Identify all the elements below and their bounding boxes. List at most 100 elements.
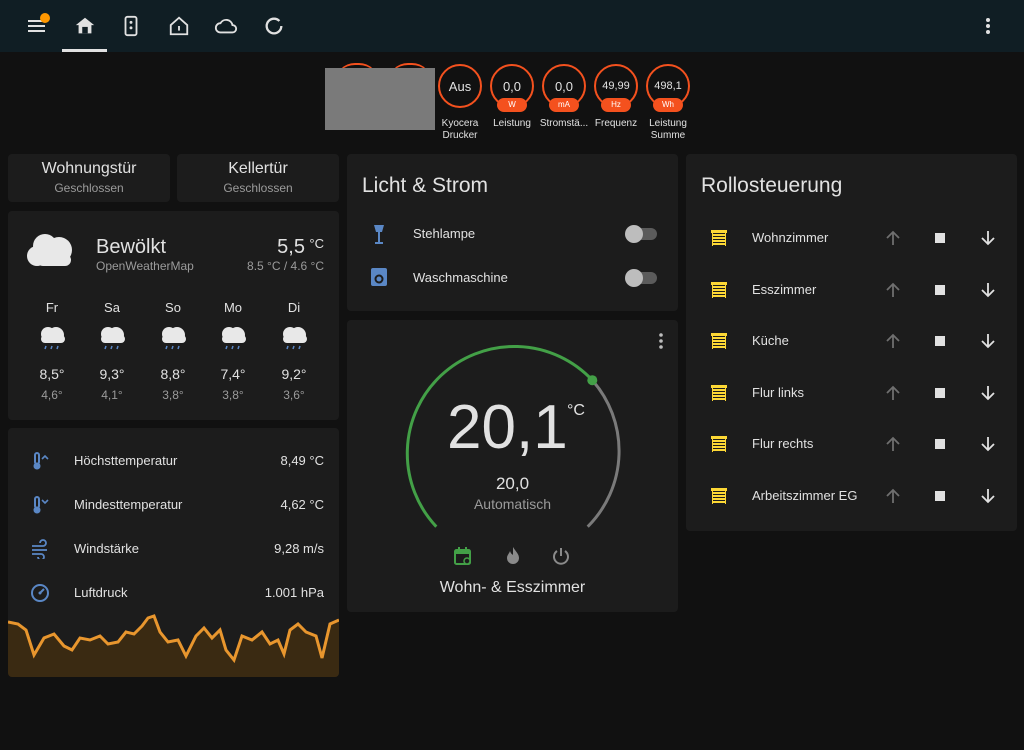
arrow-down-icon: [981, 334, 995, 349]
stop-icon: [935, 439, 945, 449]
cover-open-button[interactable]: [881, 432, 905, 456]
cloud-icon: [214, 19, 238, 34]
active-tab-indicator: [62, 49, 107, 52]
door-name: Wohnungstür: [41, 160, 137, 177]
mode-heat-button[interactable]: [504, 546, 522, 571]
tab-home[interactable]: [67, 8, 103, 44]
cover-close-button[interactable]: [976, 329, 1000, 353]
arrow-up-icon: [886, 385, 900, 400]
forecast-low: 3,8°: [162, 388, 184, 402]
arrow-down-icon: [981, 231, 995, 246]
cover-close-button[interactable]: [976, 432, 1000, 456]
arrow-down-icon: [981, 283, 995, 298]
rainy-icon: [101, 327, 125, 350]
cloudy-icon: [27, 234, 72, 266]
mode-auto-button[interactable]: [453, 546, 473, 571]
cover-close-button[interactable]: [976, 278, 1000, 302]
cover-open-button[interactable]: [881, 329, 905, 353]
floor-lamp-icon: [374, 225, 384, 244]
forecast-high: 7,4°: [220, 366, 246, 382]
thermometer-high-icon: [33, 452, 49, 470]
menu-button[interactable]: [19, 8, 55, 44]
stop-icon: [935, 388, 945, 398]
stop-icon: [935, 491, 945, 501]
tab-loading[interactable]: [256, 8, 292, 44]
badge-kyocera[interactable]: Aus Kyocera Drucker: [438, 64, 482, 141]
wind-icon: [32, 539, 47, 559]
forecast-high: 9,3°: [99, 366, 125, 382]
badge-strom[interactable]: 0,0 mA Stromstä...: [540, 64, 588, 129]
cover-open-button[interactable]: [881, 484, 905, 508]
window-shutter-icon: [711, 385, 727, 401]
forecast-high: 8,5°: [39, 366, 65, 382]
weather-unit: °C: [309, 236, 324, 251]
badge-leistung[interactable]: 0,0 W Leistung: [490, 64, 534, 129]
sensor-card[interactable]: Höchsttemperatur 8,49 °C Mindesttemperat…: [8, 428, 339, 677]
weather-condition: Bewölkt: [96, 236, 167, 258]
forecast-high: 9,2°: [281, 366, 307, 382]
arrow-up-icon: [886, 436, 900, 451]
cover-label: Küche: [752, 333, 789, 348]
washing-machine-icon: [371, 268, 387, 286]
weather-temp-block: 5,5 °C: [277, 236, 324, 259]
cover-open-button[interactable]: [881, 381, 905, 405]
stehlampe-toggle[interactable]: [625, 225, 657, 243]
hvac-mode: Automatisch: [473, 496, 552, 512]
thermometer-low-icon: [33, 496, 49, 514]
cover-label: Arbeitszimmer EG: [752, 488, 858, 503]
mode-off-button[interactable]: [551, 546, 571, 571]
more-vertical-icon: [986, 18, 990, 34]
window-shutter-icon: [711, 488, 727, 504]
rainy-icon: [222, 327, 246, 350]
forecast-low: 3,6°: [283, 388, 305, 402]
badge-leistung-summe[interactable]: 498,1 Wh Leistung Summe: [646, 64, 690, 141]
arrow-up-icon: [886, 282, 900, 297]
home-icon: [75, 17, 95, 34]
sensor-label: Luftdruck: [74, 585, 128, 600]
door-name: Kellertür: [228, 160, 288, 177]
forecast-low: 4,1°: [101, 388, 123, 402]
door-card-kellertuer[interactable]: Kellertür Geschlossen: [177, 154, 339, 202]
overflow-menu-button[interactable]: [970, 8, 1006, 44]
cover-close-button[interactable]: [976, 484, 1000, 508]
lights-card: Licht & Strom Stehlampe Waschmaschine: [347, 154, 678, 311]
badge-frequenz[interactable]: 49,99 Hz Frequenz: [594, 64, 638, 129]
forecast-day: Sa: [104, 300, 120, 315]
top-app-bar: [0, 0, 1024, 52]
tab-remote[interactable]: [113, 8, 149, 44]
dial-handle[interactable]: [587, 375, 598, 386]
card-title: Licht & Strom: [362, 174, 489, 197]
forecast-high: 8,8°: [160, 366, 186, 382]
cover-open-button[interactable]: [881, 278, 905, 302]
cover-stop-button[interactable]: [928, 226, 952, 250]
weather-card[interactable]: Bewölkt OpenWeatherMap 5,5 °C 8.5 °C / 4…: [8, 211, 339, 420]
door-card-wohnungstuer[interactable]: Wohnungstür Geschlossen: [8, 154, 170, 202]
sensor-value: 8,49 °C: [280, 453, 324, 468]
card-title: Rollosteuerung: [701, 174, 843, 197]
cover-close-button[interactable]: [976, 226, 1000, 250]
badge-unit: Hz: [601, 98, 631, 112]
sensor-label: Windstärke: [74, 541, 140, 556]
cover-stop-button[interactable]: [928, 484, 952, 508]
target-temperature: 20,0: [495, 474, 530, 493]
notification-dot: [40, 13, 50, 23]
cover-open-button[interactable]: [881, 226, 905, 250]
door-state: Geschlossen: [223, 181, 293, 195]
cover-label: Flur rechts: [752, 436, 814, 451]
cover-stop-button[interactable]: [928, 381, 952, 405]
arrow-down-icon: [981, 437, 995, 452]
stop-icon: [935, 285, 945, 295]
tab-cloud[interactable]: [208, 8, 244, 44]
weather-range: 8.5 °C / 4.6 °C: [247, 259, 324, 273]
sensor-label: Höchsttemperatur: [74, 453, 178, 468]
covers-card: Rollosteuerung Wohnzimmer Esszimmer Küch…: [686, 154, 1017, 531]
cover-stop-button[interactable]: [928, 432, 952, 456]
switch-label: Waschmaschine: [413, 270, 508, 285]
waschmaschine-toggle[interactable]: [625, 269, 657, 287]
cover-stop-button[interactable]: [928, 278, 952, 302]
thermostat-more-button[interactable]: [658, 333, 664, 354]
cover-close-button[interactable]: [976, 381, 1000, 405]
home-outline-icon: [169, 16, 189, 36]
tab-house[interactable]: [161, 8, 197, 44]
cover-stop-button[interactable]: [928, 329, 952, 353]
